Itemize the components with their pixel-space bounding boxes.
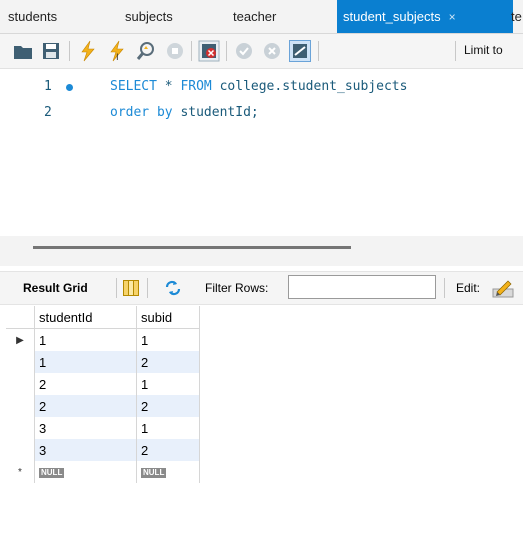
tab-student-subjects[interactable]: student_subjects ×	[337, 0, 513, 33]
null-badge: NULL	[39, 467, 65, 478]
row-indicator-header	[6, 306, 35, 329]
line-number: 1	[44, 79, 52, 94]
column-header-subid[interactable]: subid	[136, 306, 200, 329]
edit-pencil-icon[interactable]	[492, 277, 514, 299]
execute-icon[interactable]	[77, 40, 99, 62]
folder-icon[interactable]	[12, 40, 34, 62]
tab-students[interactable]: students	[8, 0, 57, 33]
sql-text: *	[156, 79, 181, 94]
table-row[interactable]: 2 1	[6, 373, 200, 395]
rollback-icon[interactable]	[261, 40, 283, 62]
table-row[interactable]: ▶ 1 1	[6, 328, 200, 351]
column-header-studentid[interactable]: studentId	[34, 306, 137, 329]
sql-keyword: SELECT	[110, 79, 157, 94]
cell-studentid[interactable]: 2	[34, 373, 137, 395]
code-text: SELECT * FROM college.student_subjects	[110, 76, 407, 98]
sql-toolbar: I Limit to	[0, 34, 523, 69]
sql-text: college.student_subjects	[211, 79, 408, 94]
row-indicator	[6, 417, 35, 439]
sql-text: studentId;	[172, 105, 259, 120]
statement-marker-icon	[66, 84, 73, 91]
cell-studentid[interactable]: 2	[34, 395, 137, 417]
result-grid-tab[interactable]: Result Grid	[23, 281, 88, 295]
cell-subid[interactable]: 1	[136, 417, 200, 439]
grid-layout-icon[interactable]	[123, 280, 139, 296]
table-row[interactable]: 1 2	[6, 351, 200, 373]
save-icon[interactable]	[40, 40, 62, 62]
toolbar-separator	[318, 41, 319, 61]
sql-editor[interactable]: 1 SELECT * FROM college.student_subjects…	[0, 69, 523, 236]
stop-icon[interactable]	[164, 40, 186, 62]
svg-text:I: I	[116, 53, 119, 62]
table-row[interactable]: 2 2	[6, 395, 200, 417]
cell-studentid[interactable]: 3	[34, 439, 137, 461]
sql-keyword: order by	[110, 105, 173, 120]
editor-scrollbar[interactable]	[0, 236, 523, 266]
cell-subid[interactable]: 2	[136, 395, 200, 417]
editor-line: 1 SELECT * FROM college.student_subjects	[0, 76, 523, 98]
toolbar-separator	[455, 41, 456, 61]
result-toolbar: Result Grid Filter Rows: Edit:	[0, 271, 523, 305]
row-indicator	[6, 395, 35, 417]
cell-studentid-null[interactable]: NULL	[34, 461, 137, 483]
cell-studentid[interactable]: 1	[34, 351, 137, 373]
execute-current-icon[interactable]: I	[106, 40, 128, 62]
result-grid: studentId subid ▶ 1 1 1 2 2 1 2 2 3 1 3 …	[6, 306, 200, 483]
filter-rows-label: Filter Rows:	[205, 281, 269, 295]
tab-subjects[interactable]: subjects	[125, 0, 173, 33]
toolbar-separator	[444, 278, 445, 298]
scrollbar-thumb[interactable]	[33, 246, 351, 249]
close-tab-icon[interactable]: ×	[449, 10, 456, 24]
autocommit-icon[interactable]	[289, 40, 311, 62]
current-row-icon: ▶	[6, 328, 35, 351]
limit-rows-label[interactable]: Limit to	[464, 43, 503, 57]
edit-label: Edit:	[456, 281, 481, 295]
sql-keyword: FROM	[180, 79, 212, 94]
cell-subid[interactable]: 2	[136, 351, 200, 373]
editor-line: 2 order by studentId;	[0, 102, 523, 124]
toolbar-separator	[116, 278, 117, 298]
cell-subid-null[interactable]: NULL	[136, 461, 200, 483]
commit-icon[interactable]	[233, 40, 255, 62]
row-indicator	[6, 351, 35, 373]
tab-teacher[interactable]: teacher	[233, 0, 276, 33]
code-text: order by studentId;	[110, 102, 259, 124]
row-indicator	[6, 439, 35, 461]
cell-subid[interactable]: 2	[136, 439, 200, 461]
toolbar-separator	[191, 41, 192, 61]
toolbar-separator	[147, 278, 148, 298]
cell-studentid[interactable]: 3	[34, 417, 137, 439]
toggle-error-icon[interactable]	[198, 40, 220, 62]
refresh-icon[interactable]	[164, 280, 182, 296]
toolbar-separator	[226, 41, 227, 61]
table-row[interactable]: 3 1	[6, 417, 200, 439]
grid-header-row: studentId subid	[6, 306, 200, 329]
table-row[interactable]: 3 2	[6, 439, 200, 461]
row-indicator	[6, 373, 35, 395]
tab-bar: students subjects teacher student_subjec…	[0, 0, 523, 34]
toolbar-separator	[69, 41, 70, 61]
new-row-marker-icon: *	[6, 461, 35, 483]
new-row[interactable]: * NULL NULL	[6, 461, 200, 483]
line-number: 2	[44, 105, 52, 120]
cell-subid[interactable]: 1	[136, 328, 200, 351]
cell-studentid[interactable]: 1	[34, 328, 137, 351]
tab-te[interactable]: te	[511, 0, 522, 33]
filter-rows-input[interactable]	[288, 275, 436, 299]
cell-subid[interactable]: 1	[136, 373, 200, 395]
tab-label: student_subjects	[343, 9, 441, 24]
null-badge: NULL	[141, 467, 167, 478]
explain-icon[interactable]	[135, 40, 157, 62]
